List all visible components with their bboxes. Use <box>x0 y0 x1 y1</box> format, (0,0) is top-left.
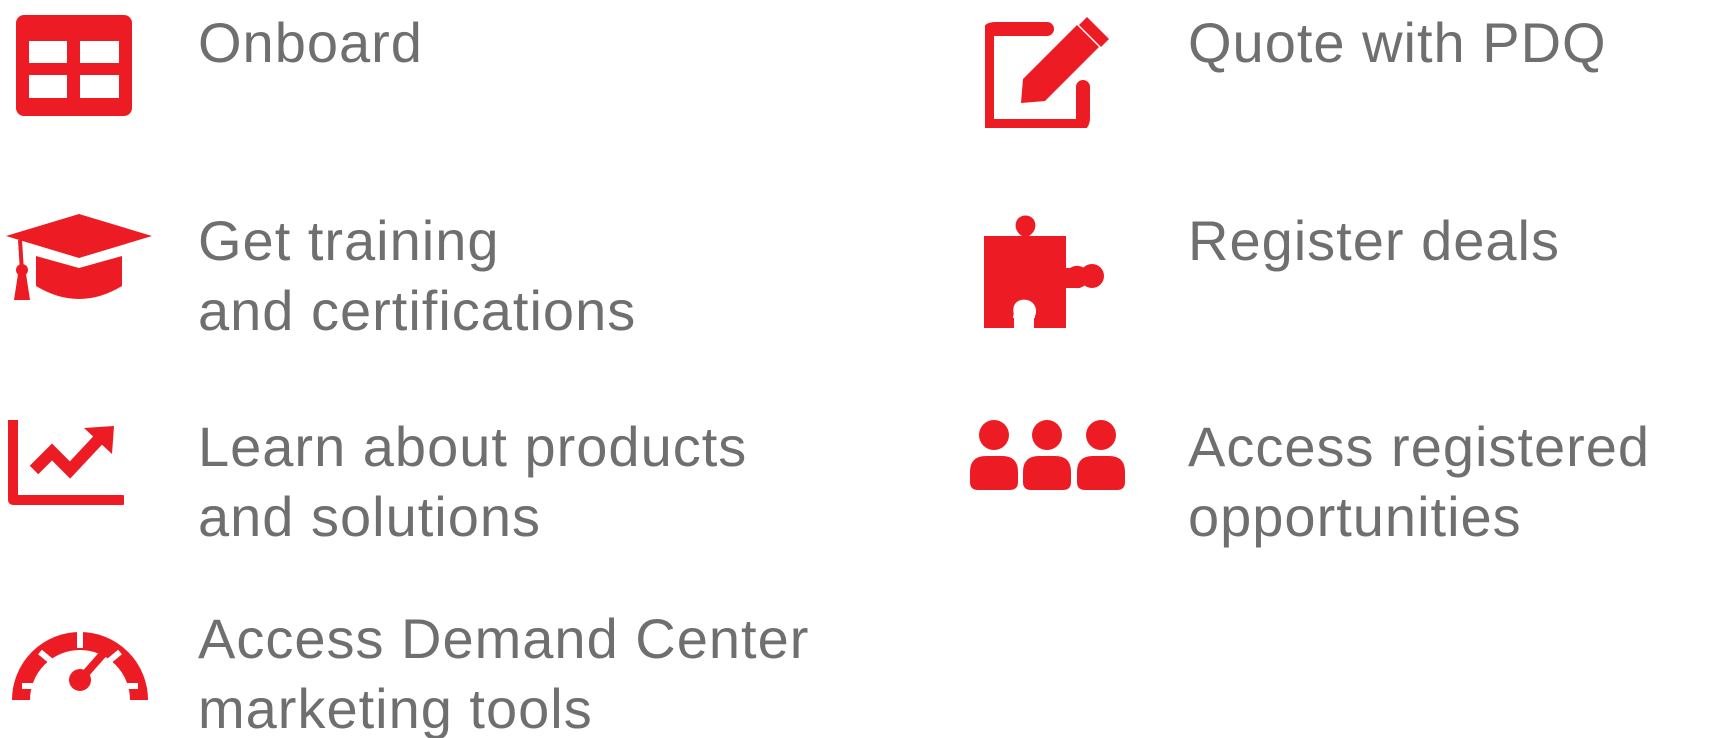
graduation-cap-icon <box>6 212 152 302</box>
feature-label-line: Get training <box>198 209 500 272</box>
feature-label-line: and solutions <box>198 485 542 548</box>
feature-label-line: Onboard <box>198 11 423 74</box>
feature-label-line: marketing tools <box>198 677 593 738</box>
grid-table-icon <box>16 15 132 116</box>
feature-label-line: opportunities <box>1188 485 1522 548</box>
puzzle-piece-icon <box>984 214 1112 330</box>
feature-label-line: Access registered <box>1188 415 1651 478</box>
feature-label-line: Learn about products <box>198 415 748 478</box>
people-group-icon <box>970 420 1125 490</box>
feature-label-line: Register deals <box>1188 209 1560 272</box>
feature-label-line: and certifications <box>198 279 637 342</box>
trending-chart-icon <box>8 420 124 507</box>
speedometer-icon <box>12 612 148 702</box>
edit-pencil-icon <box>985 13 1113 128</box>
feature-label-line: Quote with PDQ <box>1188 11 1607 74</box>
feature-label-line: Access Demand Center <box>198 607 810 670</box>
